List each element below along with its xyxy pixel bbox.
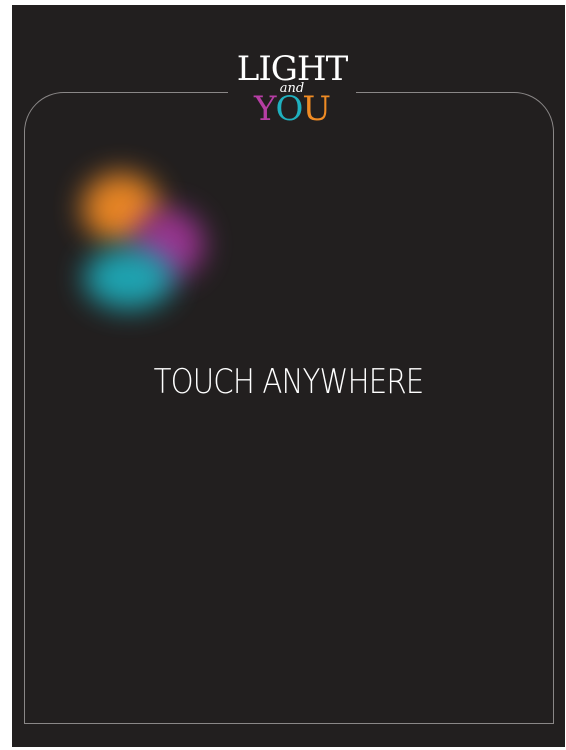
light-and-you-logo: LIGHT and YOU [228,51,356,131]
color-light-blob-graphic [62,157,222,337]
logo-letter-y: Y [254,89,276,129]
touch-screen[interactable]: LIGHT and YOU TOUCH ANYWHERE [12,5,565,747]
teal-light-blob [84,247,174,309]
logo-word-and: and [279,81,305,96]
logo-letter-u: U [302,89,331,129]
touch-anywhere-prompt: TOUCH ANYWHERE [153,362,425,402]
